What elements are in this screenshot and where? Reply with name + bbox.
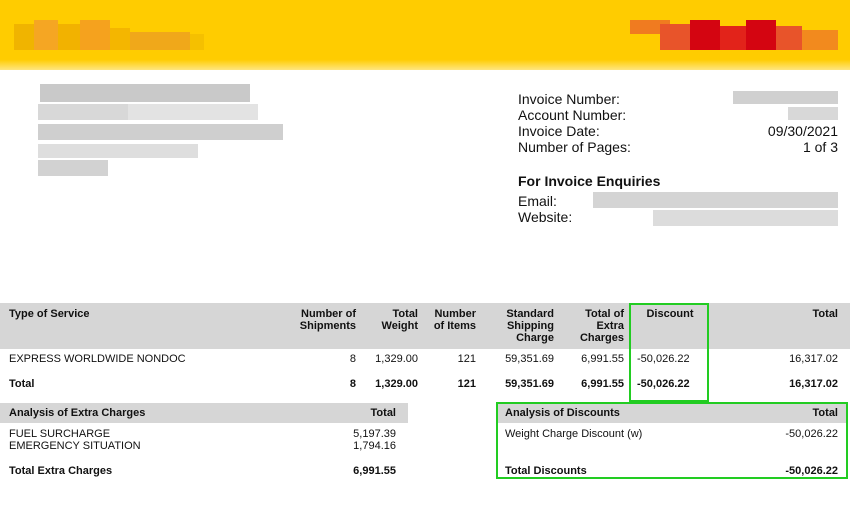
extra-charge-label-fuel: FUEL SURCHARGE bbox=[9, 428, 111, 440]
extra-charges-title: Analysis of Extra Charges bbox=[9, 407, 146, 419]
redacted-contact-details bbox=[593, 190, 838, 228]
invoice-date-row: Invoice Date: 09/30/2021 bbox=[518, 123, 838, 139]
row-type-of-service: EXPRESS WORLDWIDE NONDOC bbox=[9, 353, 186, 365]
row-standard-charge: 59,351.69 bbox=[505, 353, 554, 365]
header-std-line-1: Standard bbox=[506, 308, 554, 320]
extra-charge-label-emergency: EMERGENCY SITUATION bbox=[9, 440, 141, 452]
total-row-weight: 1,329.00 bbox=[375, 378, 418, 390]
header-total: Total bbox=[812, 308, 838, 320]
row-extra-charges: 6,991.55 bbox=[581, 353, 624, 365]
redacted-logo-left bbox=[14, 18, 209, 58]
account-number-row: Account Number: bbox=[518, 107, 838, 123]
header-total-extra-charges: Total of Extra Charges bbox=[566, 308, 624, 344]
extra-charge-value-emergency: 1,794.16 bbox=[353, 440, 396, 452]
header-items-line-1: Number bbox=[434, 308, 476, 320]
redacted-address bbox=[38, 84, 288, 178]
header-standard-shipping-charge: Standard Shipping Charge bbox=[490, 308, 554, 344]
extra-charge-value-fuel: 5,197.39 bbox=[353, 428, 396, 440]
discounts-section-highlight bbox=[496, 402, 848, 479]
email-label: Email: bbox=[518, 193, 557, 209]
header-shipments-line-1: Number of bbox=[301, 308, 356, 320]
website-label: Website: bbox=[518, 209, 573, 225]
header-items-line-2: of Items bbox=[433, 320, 476, 332]
total-row-label: Total bbox=[9, 378, 35, 390]
total-row-total: 16,317.02 bbox=[789, 378, 838, 390]
header-shipments-line-2: Shipments bbox=[299, 320, 356, 332]
invoice-date-label: Invoice Date: bbox=[518, 123, 600, 139]
row-weight: 1,329.00 bbox=[375, 353, 418, 365]
header-weight-line-1: Total bbox=[392, 308, 418, 320]
header-total-weight: Total Weight bbox=[360, 308, 418, 332]
total-extra-charges-value: 6,991.55 bbox=[353, 465, 396, 477]
header-std-line-2: Shipping bbox=[506, 320, 554, 332]
invoice-number-label: Invoice Number: bbox=[518, 91, 620, 107]
header-extra-line-2: Extra bbox=[596, 320, 624, 332]
header-type-of-service: Type of Service bbox=[9, 308, 90, 320]
total-extra-charges-label: Total Extra Charges bbox=[9, 465, 113, 477]
invoice-date-value: 09/30/2021 bbox=[767, 123, 838, 139]
header-extra-line-1: Total of bbox=[585, 308, 624, 320]
extra-charges-total-header: Total bbox=[370, 407, 396, 419]
invoice-number-row: Invoice Number: bbox=[518, 91, 838, 107]
row-total: 16,317.02 bbox=[789, 353, 838, 365]
invoice-info: Invoice Number: Account Number: Invoice … bbox=[518, 91, 838, 155]
total-row-standard-charge: 59,351.69 bbox=[505, 378, 554, 390]
total-row-items: 121 bbox=[457, 378, 476, 390]
number-of-pages-value: 1 of 3 bbox=[802, 139, 838, 155]
number-of-pages-row: Number of Pages: 1 of 3 bbox=[518, 139, 838, 155]
number-of-pages-label: Number of Pages: bbox=[518, 139, 631, 155]
enquiries-title: For Invoice Enquiries bbox=[518, 173, 661, 189]
header-std-line-3: Charge bbox=[516, 332, 554, 344]
redacted-invoice-number bbox=[733, 91, 838, 104]
enquiries-labels: Email: Website: bbox=[518, 193, 572, 225]
total-row-extra-charges: 6,991.55 bbox=[581, 378, 624, 390]
header-number-of-items: Number of Items bbox=[420, 308, 476, 332]
header-number-of-shipments: Number of Shipments bbox=[280, 308, 356, 332]
account-number-label: Account Number: bbox=[518, 107, 627, 123]
redacted-logo-right bbox=[620, 16, 840, 56]
header-banner bbox=[0, 0, 850, 70]
discount-column-highlight bbox=[629, 303, 709, 402]
header-weight-line-2: Weight bbox=[381, 320, 418, 332]
row-items: 121 bbox=[457, 353, 476, 365]
row-shipments: 8 bbox=[349, 353, 356, 365]
total-row-shipments: 8 bbox=[349, 378, 356, 390]
header-extra-line-3: Charges bbox=[579, 332, 624, 344]
redacted-account-number bbox=[788, 107, 838, 120]
